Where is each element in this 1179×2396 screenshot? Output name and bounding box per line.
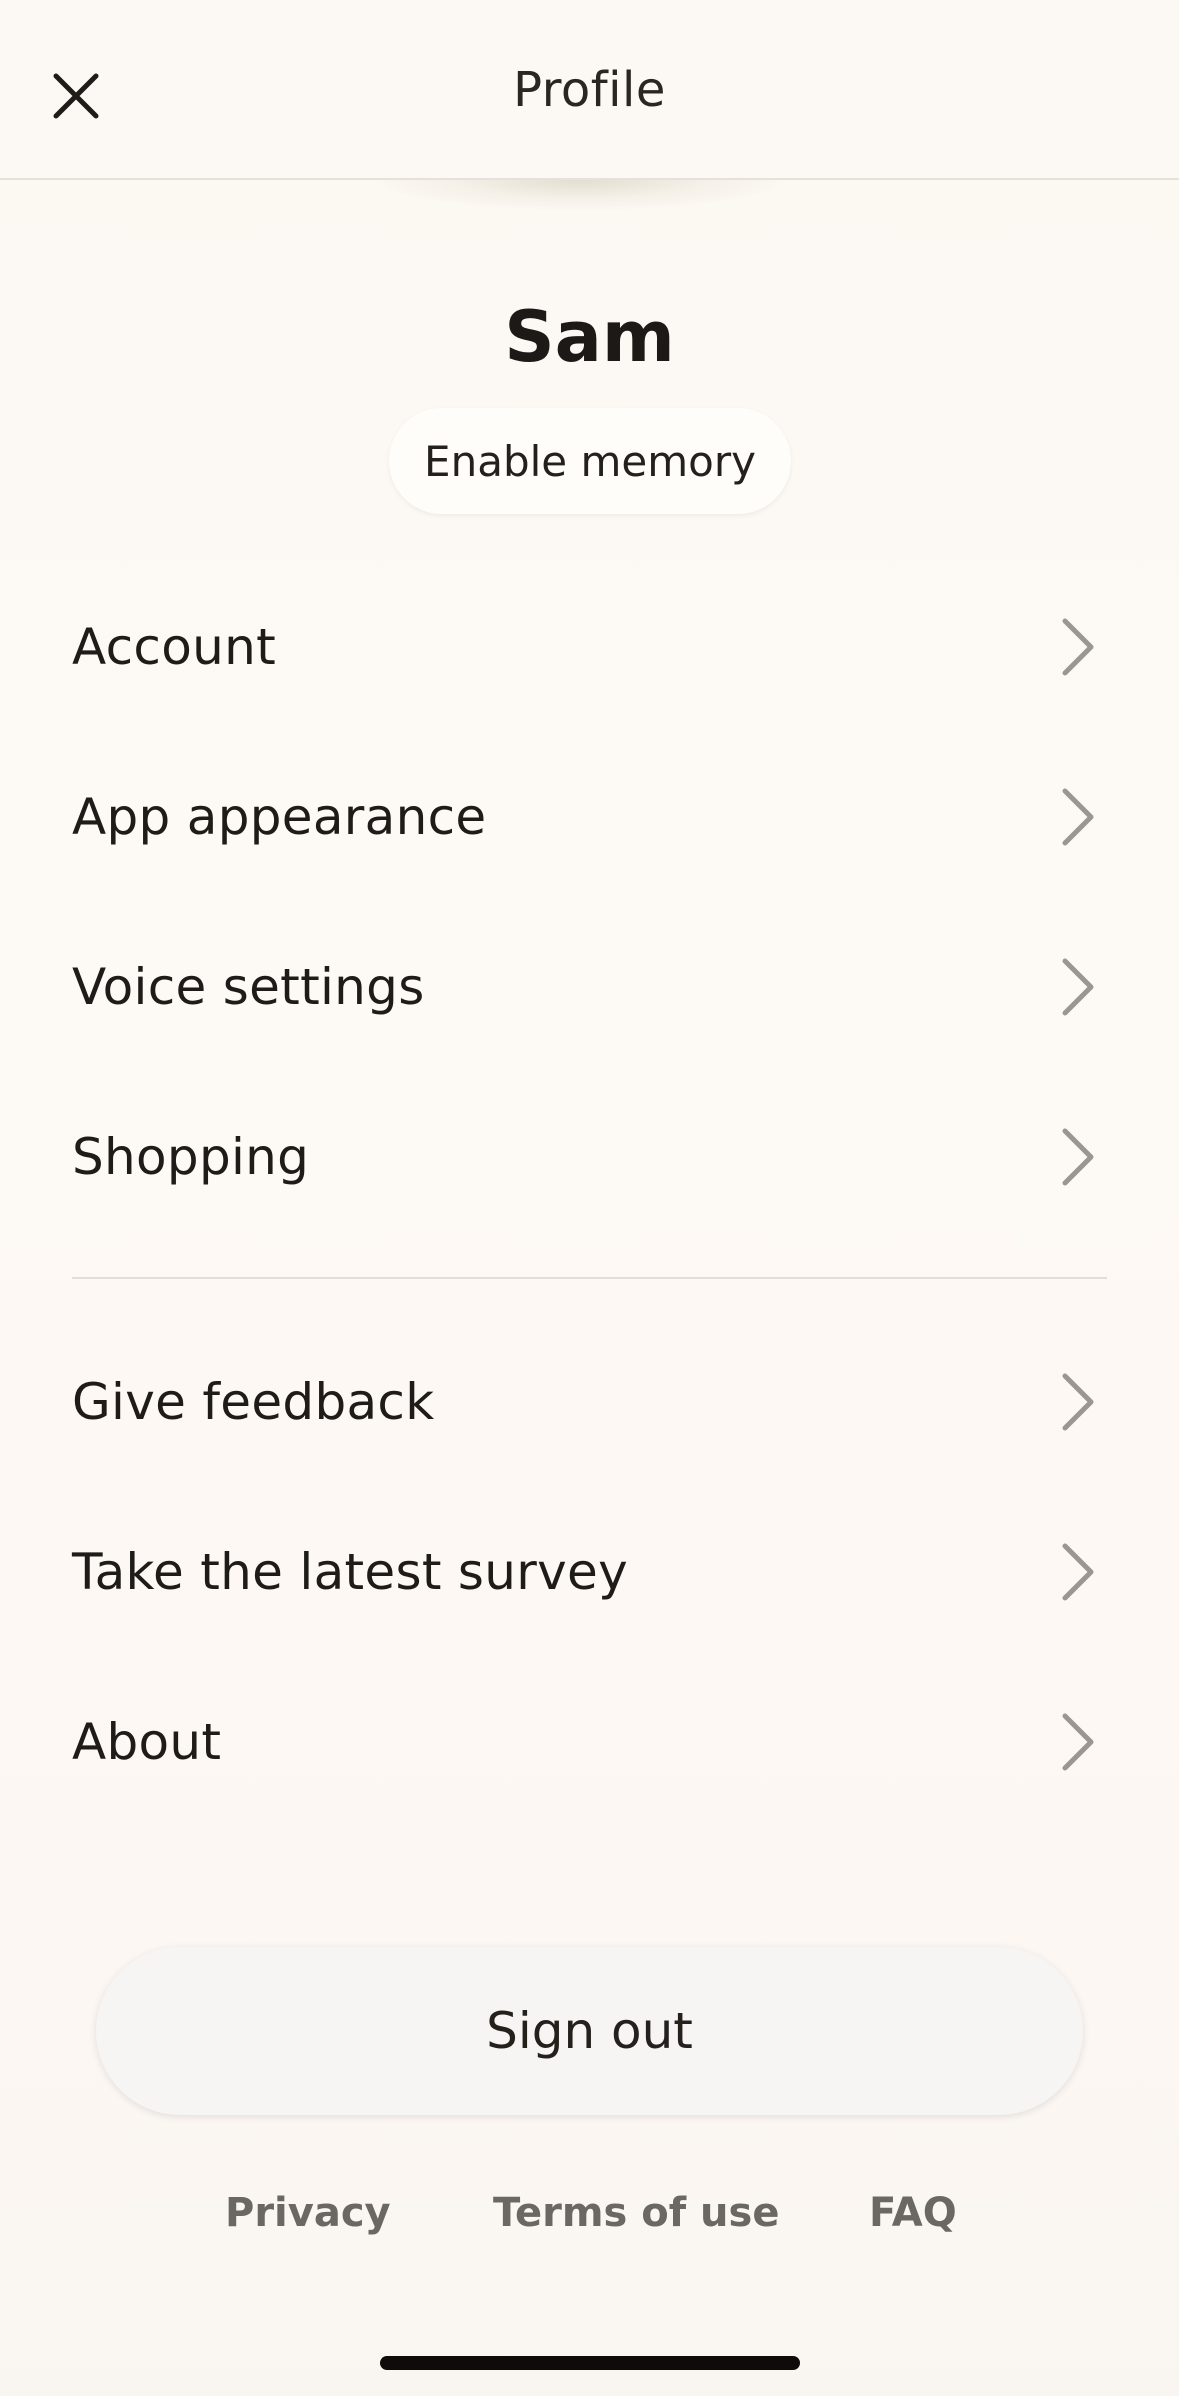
footer-links: Privacy Terms of use FAQ — [0, 2190, 1179, 2250]
menu-item-about[interactable]: About — [72, 1657, 1107, 1827]
profile-screen: Profile Sam Enable memory Account App ap… — [0, 0, 1179, 2396]
page-title: Profile — [513, 62, 666, 118]
chevron-right-icon — [1062, 1373, 1094, 1431]
chevron-right-icon — [1062, 1713, 1094, 1771]
menu-item-label: Shopping — [72, 1128, 310, 1186]
chevron-right-icon — [1062, 618, 1094, 676]
menu-item-voice-settings[interactable]: Voice settings — [72, 902, 1107, 1072]
user-name: Sam — [504, 296, 675, 378]
menu-item-label: App appearance — [72, 788, 487, 846]
menu-item-app-appearance[interactable]: App appearance — [72, 732, 1107, 902]
chevron-right-icon — [1062, 1128, 1094, 1186]
faq-link[interactable]: FAQ — [869, 2190, 957, 2236]
menu-item-label: Account — [72, 618, 276, 676]
menu-item-account[interactable]: Account — [72, 562, 1107, 732]
menu-divider — [72, 1277, 1107, 1279]
chevron-right-icon — [1062, 958, 1094, 1016]
home-indicator — [380, 2356, 800, 2370]
menu-item-label: Give feedback — [72, 1373, 435, 1431]
menu-item-give-feedback[interactable]: Give feedback — [72, 1317, 1107, 1487]
chevron-right-icon — [1062, 1543, 1094, 1601]
menu-item-latest-survey[interactable]: Take the latest survey — [72, 1487, 1107, 1657]
menu-item-shopping[interactable]: Shopping — [72, 1072, 1107, 1242]
secondary-menu: Give feedback Take the latest survey Abo… — [72, 1317, 1107, 1827]
chevron-right-icon — [1062, 788, 1094, 846]
menu-item-label: About — [72, 1713, 222, 1771]
enable-memory-button[interactable]: Enable memory — [389, 408, 791, 514]
menu-item-label: Take the latest survey — [72, 1543, 628, 1601]
privacy-link[interactable]: Privacy — [225, 2190, 391, 2236]
sign-out-button[interactable]: Sign out — [96, 1947, 1083, 2115]
nav-bar: Profile — [0, 0, 1179, 180]
primary-menu: Account App appearance Voice settings Sh… — [72, 562, 1107, 1242]
terms-of-use-link[interactable]: Terms of use — [493, 2190, 779, 2236]
menu-item-label: Voice settings — [72, 958, 425, 1016]
